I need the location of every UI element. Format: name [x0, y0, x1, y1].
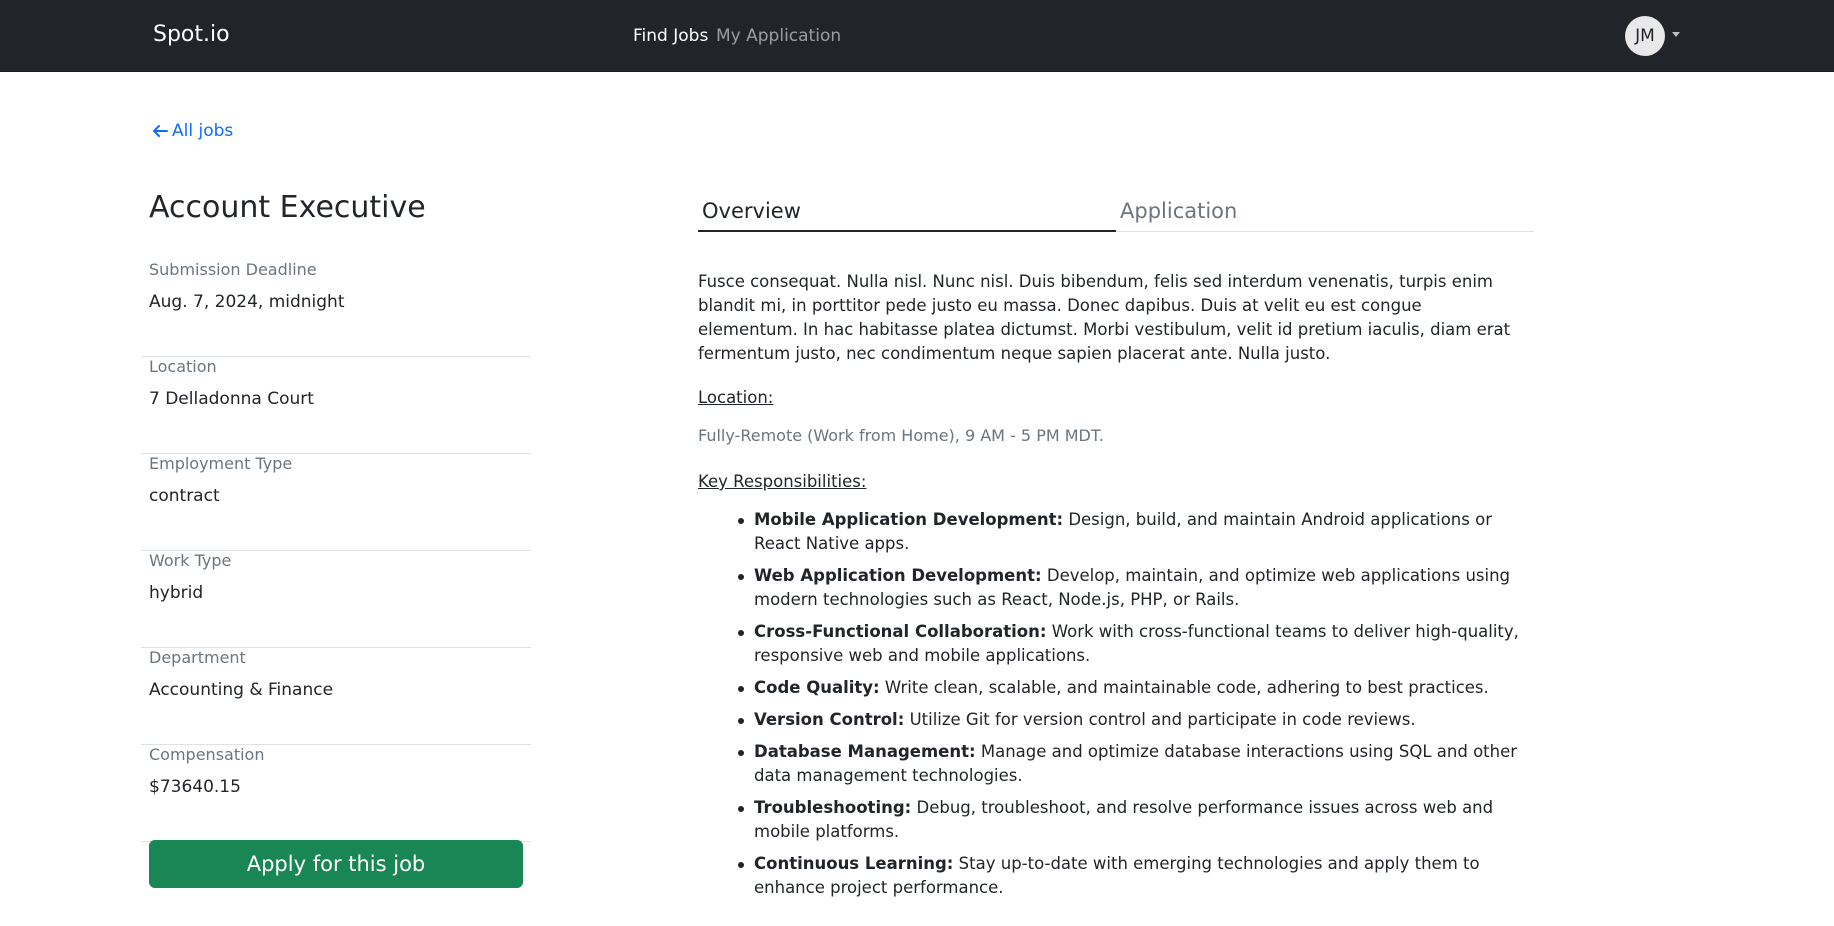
responsibility-title: Version Control:: [754, 710, 905, 729]
bullet: [738, 518, 744, 524]
list-item: Troubleshooting: Debug, troubleshoot, an…: [738, 796, 1524, 844]
list-item: Database Management: Manage and optimize…: [738, 740, 1524, 788]
responsibility-title: Continuous Learning:: [754, 854, 954, 873]
detail-value: Aug. 7, 2024, midnight: [149, 292, 345, 312]
bullet: [738, 862, 744, 868]
detail-value: 7 Delladonna Court: [149, 389, 314, 409]
brand-logo[interactable]: Spot.io: [153, 22, 230, 47]
detail-value: Accounting & Finance: [149, 680, 334, 700]
responsibility-title: Code Quality:: [754, 678, 880, 697]
tab-overview[interactable]: Overview: [698, 196, 1116, 232]
detail-label: Department: [149, 648, 246, 667]
detail-value: hybrid: [149, 583, 204, 603]
list-item: Code Quality: Write clean, scalable, and…: [738, 676, 1524, 700]
detail-value: contract: [149, 486, 220, 506]
location-heading: Location:: [698, 388, 774, 407]
back-link-label: All jobs: [172, 121, 234, 141]
list-item: Continuous Learning: Stay up-to-date wit…: [738, 852, 1524, 900]
job-description: Fusce consequat. Nulla nisl. Nunc nisl. …: [698, 272, 1511, 363]
list-item: Web Application Development: Develop, ma…: [738, 564, 1524, 612]
responsibility-title: Mobile Application Development:: [754, 510, 1064, 529]
detail-label: Work Type: [149, 551, 232, 570]
bullet: [738, 630, 744, 636]
nav-find-jobs[interactable]: Find Jobs: [633, 26, 708, 46]
arrow-left-icon: [153, 125, 168, 137]
overview-content: Fusce consequat. Nulla nisl. Nunc nisl. …: [698, 270, 1524, 908]
responsibility-title: Web Application Development:: [754, 566, 1042, 585]
detail-submission-deadline: Submission Deadline Aug. 7, 2024, midnig…: [141, 260, 531, 357]
detail-label: Submission Deadline: [149, 260, 317, 279]
responsibilities-heading: Key Responsibilities:: [698, 472, 867, 491]
nav-my-application[interactable]: My Application: [716, 26, 841, 46]
bullet: [738, 718, 744, 724]
responsibility-title: Database Management:: [754, 742, 976, 761]
detail-label: Location: [149, 357, 217, 376]
detail-compensation: Compensation $73640.15: [141, 745, 531, 842]
responsibility-text: Write clean, scalable, and maintainable …: [884, 678, 1489, 697]
user-avatar[interactable]: JM: [1625, 16, 1665, 56]
detail-work-type: Work Type hybrid: [141, 551, 531, 648]
detail-value: $73640.15: [149, 777, 241, 797]
caret-down-icon[interactable]: [1672, 32, 1680, 37]
top-navbar: Spot.io Find Jobs My Application JM: [0, 0, 1834, 72]
responsibility-text: Utilize Git for version control and part…: [909, 710, 1416, 729]
detail-employment-type: Employment Type contract: [141, 454, 531, 551]
tab-application[interactable]: Application: [1116, 196, 1534, 232]
responsibilities-list: Mobile Application Development: Design, …: [698, 508, 1524, 900]
location-text: Fully-Remote (Work from Home), 9 AM - 5 …: [698, 426, 1104, 445]
detail-label: Compensation: [149, 745, 265, 764]
detail-label: Employment Type: [149, 454, 293, 473]
bullet: [738, 574, 744, 580]
list-item: Version Control: Utilize Git for version…: [738, 708, 1524, 732]
job-tabs: Overview Application: [698, 196, 1534, 232]
list-item: Cross-Functional Collaboration: Work wit…: [738, 620, 1524, 668]
responsibility-title: Cross-Functional Collaboration:: [754, 622, 1047, 641]
back-to-all-jobs-link[interactable]: All jobs: [152, 121, 233, 141]
apply-for-job-button[interactable]: Apply for this job: [149, 840, 523, 888]
bullet: [738, 750, 744, 756]
job-title: Account Executive: [149, 190, 426, 225]
bullet: [738, 686, 744, 692]
list-item: Mobile Application Development: Design, …: [738, 508, 1524, 556]
bullet: [738, 806, 744, 812]
detail-location: Location 7 Delladonna Court: [141, 357, 531, 454]
responsibility-title: Troubleshooting:: [754, 798, 912, 817]
detail-department: Department Accounting & Finance: [141, 648, 531, 745]
